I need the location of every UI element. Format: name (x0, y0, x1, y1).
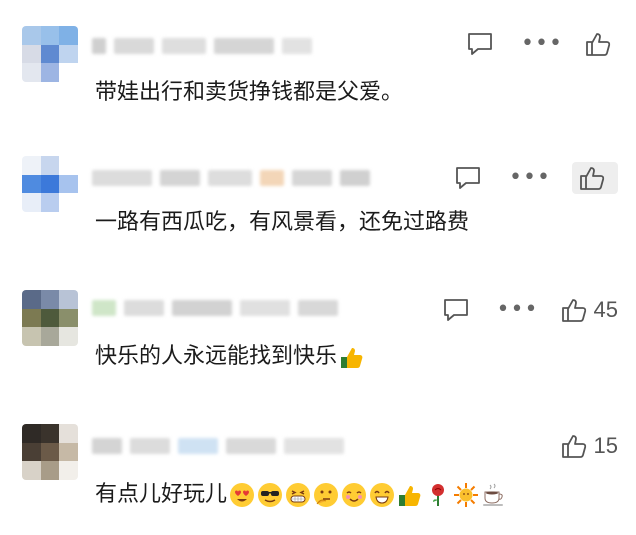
comment-actions: ••• (452, 162, 618, 194)
comment-text-line: 有点儿好玩儿 (95, 480, 507, 510)
like-count: 45 (593, 297, 618, 322)
avatar[interactable] (22, 26, 78, 82)
avatar[interactable] (22, 290, 78, 346)
comment-text: 快乐的人永远能找到快乐 (95, 344, 338, 369)
more-options-button[interactable]: ••• (521, 28, 563, 60)
username-blurred[interactable] (92, 168, 370, 188)
coffee-emoji (481, 482, 507, 508)
username-blurred[interactable] (92, 436, 344, 456)
thumbs-up-emoji (397, 482, 423, 508)
comment-list: { "comments": [ { "text": "带娃出行和卖货挣钱都是父爱… (0, 0, 636, 535)
more-options-button[interactable]: ••• (509, 162, 551, 194)
heart-eyes-emoji (229, 482, 255, 508)
comment-text: 一路有西瓜吃，有风景看，还免过路费 (95, 210, 470, 235)
like-button[interactable] (572, 162, 618, 194)
reply-button[interactable] (452, 162, 484, 194)
username-blurred[interactable] (92, 298, 338, 318)
comment-actions: ••• 45 (440, 294, 618, 326)
comment-bubble-icon (468, 33, 492, 55)
sun-emoji (453, 482, 479, 508)
username-blurred[interactable] (92, 36, 312, 56)
comment-text-line: 快乐的人永远能找到快乐 (95, 342, 365, 372)
more-options-button[interactable]: ••• (496, 294, 539, 326)
avatar[interactable] (22, 156, 78, 212)
thumbs-up-icon (561, 299, 586, 322)
thumbs-up-icon (561, 435, 586, 458)
laughing-emoji (369, 482, 395, 508)
thinking-emoji (313, 482, 339, 508)
rose-emoji (425, 482, 451, 508)
thumbs-up-emoji (339, 344, 365, 370)
reply-button[interactable] (440, 294, 472, 326)
like-button[interactable] (584, 28, 618, 60)
avatar[interactable] (22, 424, 78, 480)
blush-emoji (341, 482, 367, 508)
comment-actions: ••• (464, 28, 618, 60)
like-button[interactable]: 45 (560, 294, 618, 326)
more-dots-icon: ••• (496, 297, 539, 322)
comment-bubble-icon (456, 167, 480, 189)
like-button[interactable]: 15 (560, 430, 618, 462)
grin-emoji (285, 482, 311, 508)
thumbs-up-icon (580, 167, 605, 190)
comment-text: 有点儿好玩儿 (95, 482, 228, 507)
sunglasses-emoji (257, 482, 283, 508)
more-dots-icon: ••• (509, 165, 551, 190)
reply-button[interactable] (464, 28, 496, 60)
comment-text: 带娃出行和卖货挣钱都是父爱。 (95, 80, 404, 105)
comment-actions: 15 (538, 430, 618, 462)
more-dots-icon: ••• (521, 31, 563, 56)
like-count: 15 (593, 433, 618, 458)
thumbs-up-icon (586, 33, 611, 56)
comment-bubble-icon (443, 299, 468, 321)
